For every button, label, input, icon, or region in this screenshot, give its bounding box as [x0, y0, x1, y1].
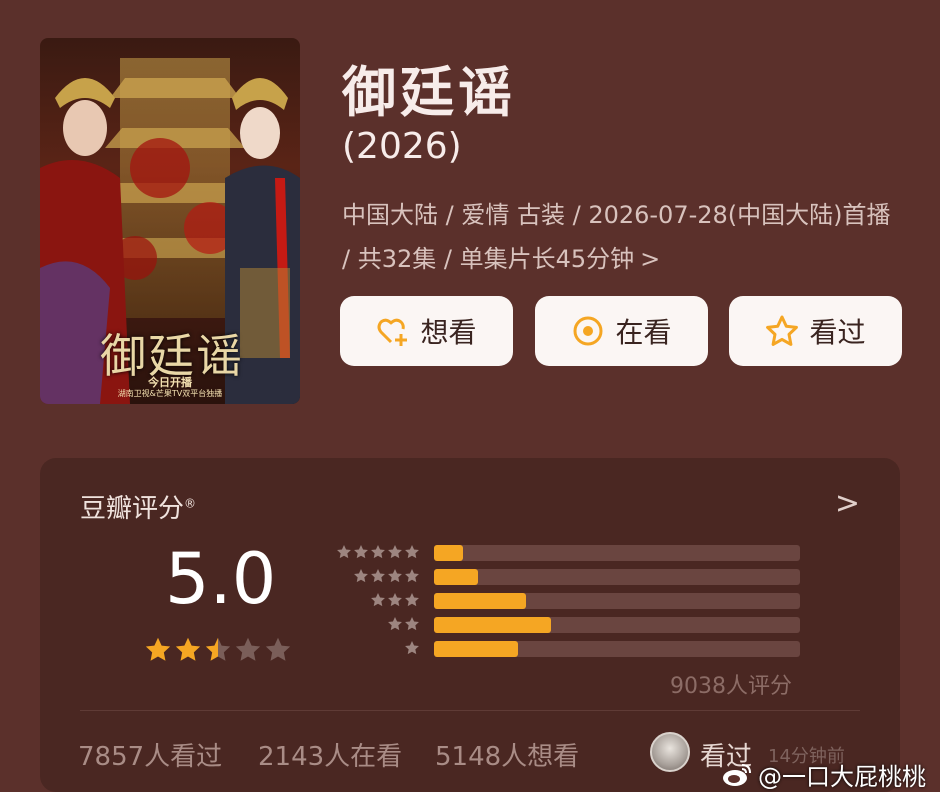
watched-button[interactable]: 看过 [729, 296, 902, 366]
watching-label: 在看 [615, 316, 672, 349]
distribution-bar-fill [434, 617, 552, 633]
small-star-icon [388, 617, 402, 631]
small-star-icon [354, 545, 368, 559]
small-star-icon [388, 569, 402, 583]
rating-star-icon [235, 637, 261, 661]
distribution-bar-fill [434, 545, 464, 561]
rating-distribution [330, 542, 800, 662]
distribution-stars [336, 544, 420, 560]
distribution-row [330, 614, 800, 638]
chevron-right-icon: > [640, 245, 661, 273]
distribution-bar-track [434, 641, 800, 657]
distribution-row [330, 566, 800, 590]
distribution-stars [404, 640, 420, 656]
small-star-icon [405, 641, 419, 655]
page-title: 御廷谣 [342, 61, 516, 124]
target-circle-icon [573, 316, 603, 346]
small-star-icon [371, 569, 385, 583]
distribution-bar-track [434, 569, 800, 585]
want-to-watch-button[interactable]: 想看 [340, 296, 513, 366]
small-star-icon [337, 545, 351, 559]
small-star-icon [405, 617, 419, 631]
distribution-bar-track [434, 617, 800, 633]
heart-plus-icon [377, 318, 408, 346]
want-to-watch-label: 想看 [420, 316, 477, 349]
poster-image[interactable]: 御廷谣 今日开播 湖南卫视&芒果TV双平台独播 [40, 38, 300, 404]
watching-button[interactable]: 在看 [535, 296, 708, 366]
rating-star-icon [265, 637, 291, 661]
star-outline-icon [766, 315, 799, 346]
rating-star-icon [145, 637, 171, 661]
distribution-row [330, 542, 800, 566]
rating-card[interactable]: 豆瓣评分® > 5.0 9038人评分 7857人看过 2143人在看 5148… [40, 458, 900, 792]
release-year: (2026) [342, 126, 462, 167]
distribution-bar-track [434, 593, 800, 609]
stat-watching[interactable]: 2143人在看 [258, 736, 402, 773]
rating-card-title-text: 豆瓣评分 [80, 494, 185, 524]
avatar[interactable] [650, 732, 690, 772]
small-star-icon [371, 593, 385, 607]
distribution-stars [370, 592, 420, 608]
rating-star-icon [175, 637, 201, 661]
watched-label: 看过 [809, 316, 866, 349]
distribution-bar-fill [434, 641, 519, 657]
chevron-right-icon[interactable]: > [835, 486, 860, 521]
small-star-icon [354, 569, 368, 583]
rating-card-title: 豆瓣评分® [80, 488, 196, 525]
small-star-icon [388, 545, 402, 559]
watermark-text: @一口大屁桃桃 [758, 763, 926, 791]
small-star-icon [405, 569, 419, 583]
divider [80, 710, 860, 711]
weibo-logo-icon [723, 763, 751, 786]
distribution-stars [387, 616, 420, 632]
ratings-count[interactable]: 9038人评分 [670, 668, 792, 700]
poster-platform-text: 湖南卫视&芒果TV双平台独播 [117, 389, 223, 398]
distribution-stars [353, 568, 420, 584]
small-star-icon [405, 545, 419, 559]
small-star-icon [405, 593, 419, 607]
distribution-bar-fill [434, 569, 478, 585]
show-meta-text: 中国大陆 / 爱情 古装 / 2026-07-28(中国大陆)首播 / 共32集… [342, 201, 891, 273]
stat-watched[interactable]: 7857人看过 [78, 736, 222, 773]
distribution-bar-track [434, 545, 800, 561]
small-star-icon [371, 545, 385, 559]
rating-star-icon [205, 637, 231, 661]
watermark: @一口大屁桃桃 [722, 757, 926, 792]
stat-want[interactable]: 5148人想看 [435, 736, 579, 773]
distribution-row [330, 638, 800, 662]
rating-score: 5.0 [165, 538, 277, 620]
distribution-bar-fill [434, 593, 526, 609]
distribution-row [330, 590, 800, 614]
registered-mark: ® [184, 496, 197, 511]
small-star-icon [388, 593, 402, 607]
show-meta[interactable]: 中国大陆 / 爱情 古装 / 2026-07-28(中国大陆)首播 / 共32集… [342, 193, 902, 281]
rating-stars [144, 636, 292, 664]
